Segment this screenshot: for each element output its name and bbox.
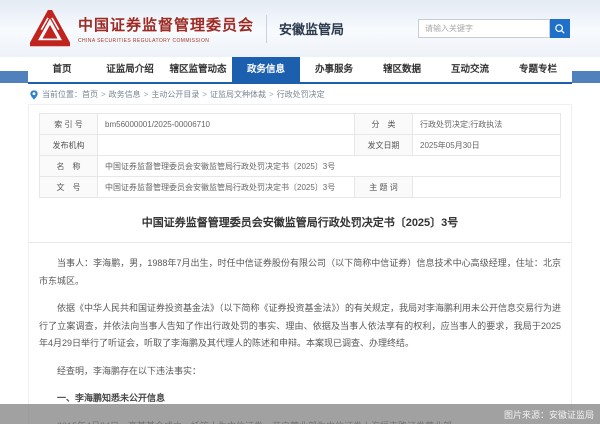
search-bar: [418, 19, 570, 38]
breadcrumb-separator: >: [143, 90, 149, 99]
nav-item-interaction[interactable]: 互动交流: [436, 57, 504, 82]
breadcrumb-item-open-catalog[interactable]: 主动公开目录: [151, 89, 199, 100]
document-title: 中国证券监督管理委员会安徽监管局行政处罚决定书〔2025〕3号: [141, 217, 459, 229]
org-name-en: CHINA SECURITIES REGULATORY COMMISSION: [78, 37, 210, 44]
agency-value: [97, 134, 355, 156]
header-divider: [266, 14, 268, 43]
content-area: 索 引 号 bm56000001/2025-00006710 分 类 行政处罚决…: [28, 104, 572, 424]
search-button[interactable]: [550, 19, 570, 38]
breadcrumb-prefix: 当前位置：: [42, 90, 82, 99]
breadcrumb-item-doc-genre[interactable]: 证监局文种体裁: [210, 89, 266, 100]
issue-date-value: 2025年05月30日: [412, 134, 561, 156]
paragraph-findings-intro: 经查明，李海鹏存在以下违法事实：: [57, 365, 202, 376]
index-number-value: bm56000001/2025-00006710: [97, 113, 355, 135]
csrc-logo-icon: [27, 5, 73, 48]
breadcrumb-item-penalty-decision[interactable]: 行政处罚决定: [277, 89, 325, 100]
breadcrumb-item-gov-info[interactable]: 政务信息: [109, 89, 141, 100]
nav-item-home[interactable]: 首页: [28, 57, 96, 82]
agency-label: 发布机构: [39, 134, 98, 156]
category-label: 分 类: [354, 113, 413, 135]
breadcrumb-separator: >: [101, 90, 106, 99]
nav-item-special-topics[interactable]: 专题专栏: [504, 57, 572, 82]
table-row: 发布机构 发文日期 2025年05月30日: [39, 134, 561, 156]
search-input[interactable]: [418, 19, 550, 38]
paragraph-legal-basis: 依据《中华人民共和国证券投资基金法》（以下简称《证券投资基金法》）的有关规定，我…: [39, 303, 562, 348]
nav-item-region-data[interactable]: 辖区数据: [368, 57, 436, 82]
nav-item-services[interactable]: 办事服务: [300, 57, 368, 82]
title-divider: [29, 242, 571, 243]
org-name-cn: 中国证券监督管理委员会: [78, 16, 255, 34]
doc-name-label: 名 称: [39, 155, 98, 177]
breadcrumb-separator: >: [202, 90, 208, 99]
search-icon: [554, 23, 566, 35]
breadcrumb: 当前位置： 首页 > 政务信息 > 主动公开目录 > 证监局文种体裁 > 行政处…: [28, 84, 572, 104]
category-value: 行政处罚决定;行政执法: [412, 113, 561, 135]
issue-date-label: 发文日期: [354, 134, 413, 156]
nav-item-bureau-intro[interactable]: 证监局介绍: [96, 57, 164, 82]
location-pin-icon: [30, 89, 38, 100]
image-source-watermark-text: 图片来源：安徽证监局: [503, 409, 594, 420]
bureau-name: 安徽监管局: [279, 22, 345, 37]
breadcrumb-separator: >: [269, 90, 274, 99]
doc-number-label: 文 号: [39, 176, 98, 198]
nav-item-region-news[interactable]: 辖区监管动态: [164, 57, 232, 82]
site-header: 中国证券监督管理委员会 CHINA SECURITIES REGULATORY …: [0, 0, 600, 57]
breadcrumb-item-home[interactable]: 首页: [82, 89, 98, 100]
meta-table: 索 引 号 bm56000001/2025-00006710 分 类 行政处罚决…: [39, 113, 561, 198]
paragraph-party-info: 当事人：李海鹏，男，1988年7月出生，时任中信证券股份有限公司（以下简称中信证…: [39, 258, 561, 286]
doc-number-value: 中国证券监督管理委员会安徽监管局行政处罚决定书〔2025〕3号: [97, 176, 355, 198]
subject-words-label: 主 题 词: [354, 176, 413, 198]
main-nav: 首页 证监局介绍 辖区监管动态 政务信息 办事服务 辖区数据 互动交流 专题专栏: [0, 57, 600, 84]
nav-menu: 首页 证监局介绍 辖区监管动态 政务信息 办事服务 辖区数据 互动交流 专题专栏: [28, 57, 572, 84]
image-source-watermark-bar: 图片来源：安徽证监局: [0, 404, 600, 424]
org-title-block: 中国证券监督管理委员会 CHINA SECURITIES REGULATORY …: [78, 14, 254, 44]
page: { "header": { "org_cn": "中国证券监督管理委员会", "…: [0, 0, 600, 424]
table-row: 名 称 中国证券监督管理委员会安徽监管局行政处罚决定书〔2025〕3号: [39, 155, 561, 177]
nav-item-gov-info[interactable]: 政务信息: [232, 57, 300, 82]
doc-name-value: 中国证券监督管理委员会安徽监管局行政处罚决定书〔2025〕3号: [97, 155, 561, 177]
table-row: 文 号 中国证券监督管理委员会安徽监管局行政处罚决定书〔2025〕3号 主 题 …: [39, 176, 561, 198]
subject-words-value: [412, 176, 561, 198]
table-row: 索 引 号 bm56000001/2025-00006710 分 类 行政处罚决…: [39, 113, 561, 135]
index-number-label: 索 引 号: [39, 113, 98, 135]
